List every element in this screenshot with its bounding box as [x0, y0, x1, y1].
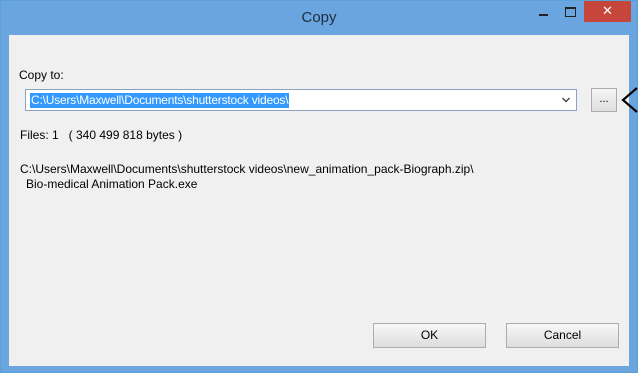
cancel-button[interactable]: Cancel — [506, 323, 619, 348]
title-bar[interactable]: Copy ✕ — [1, 1, 637, 35]
maximize-icon — [564, 7, 576, 17]
ok-button[interactable]: OK — [373, 323, 486, 348]
maximize-button[interactable] — [557, 1, 583, 23]
dialog-body — [9, 35, 629, 366]
browse-button[interactable]: ... — [591, 88, 617, 112]
minimize-icon — [538, 14, 548, 16]
source-path: C:\Users\Maxwell\Documents\shutterstock … — [20, 162, 474, 176]
destination-combobox[interactable]: C:\Users\Maxwell\Documents\shutterstock … — [25, 89, 577, 111]
minimize-button[interactable] — [530, 1, 556, 23]
close-icon: ✕ — [602, 4, 613, 19]
copy-to-label: Copy to: — [19, 68, 64, 82]
source-file-name: Bio-medical Animation Pack.exe — [26, 177, 198, 191]
pointer-arrow-icon — [621, 87, 638, 113]
destination-input-text[interactable]: C:\Users\Maxwell\Documents\shutterstock … — [30, 93, 290, 108]
chevron-down-icon[interactable] — [562, 96, 570, 104]
files-summary: Files: 1 ( 340 499 818 bytes ) — [20, 128, 183, 142]
close-button[interactable]: ✕ — [584, 1, 631, 22]
